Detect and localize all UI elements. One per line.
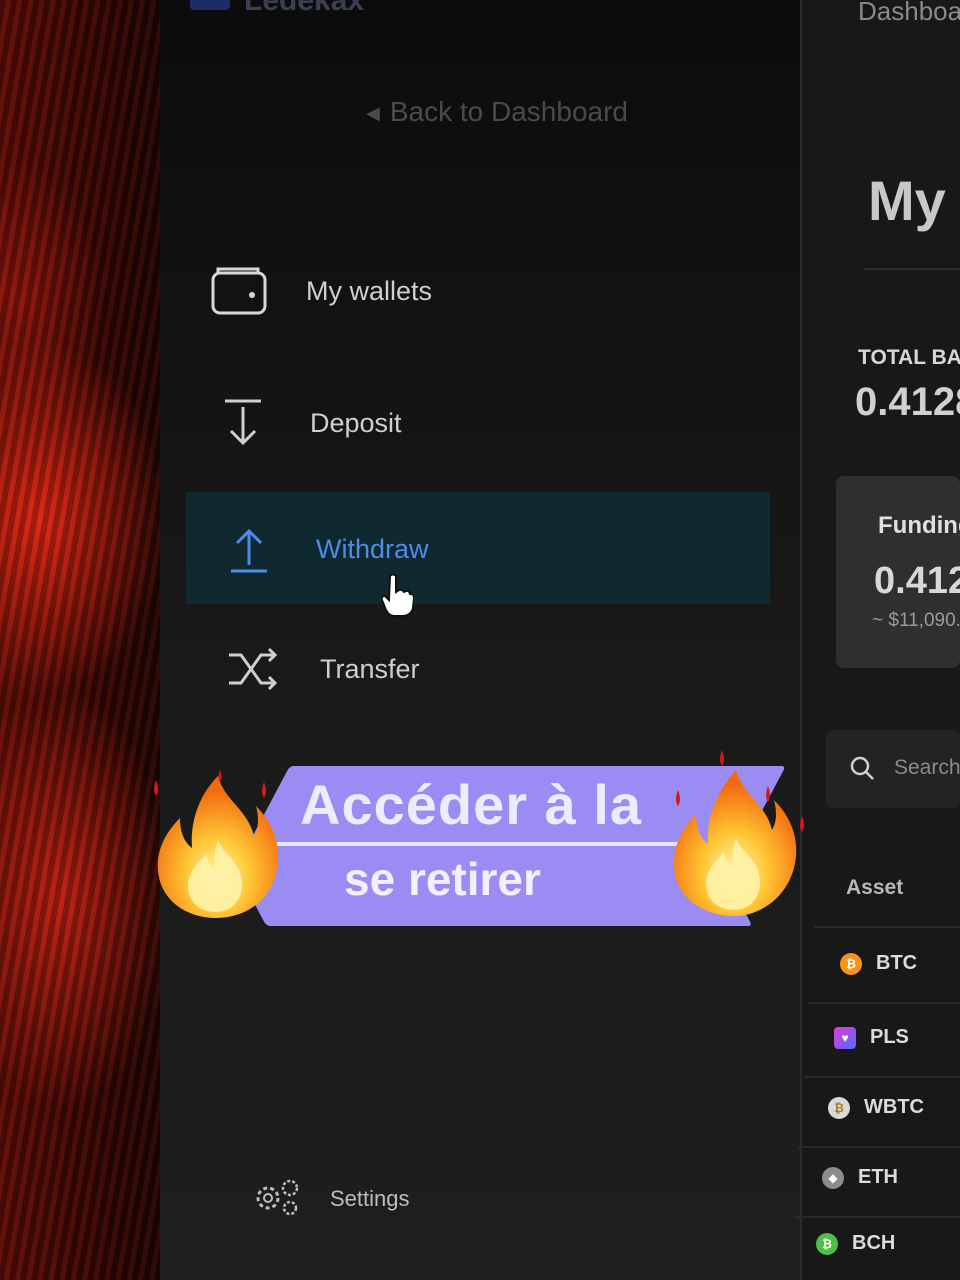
asset-symbol: ETH [858, 1166, 898, 1188]
bch-coin-icon: ₿ [816, 1232, 838, 1255]
row-divider [804, 1076, 960, 1078]
funding-label: Funding [878, 512, 960, 539]
brand-mark-icon [190, 0, 230, 11]
asset-symbol: WBTC [864, 1096, 924, 1118]
sidebar-item-label: Deposit [310, 407, 402, 438]
wbtc-coin-icon: ₿ [828, 1096, 850, 1119]
arrow-down-icon [208, 388, 278, 458]
fire-emoji-right-icon [664, 750, 810, 925]
asset-row-btc[interactable]: ₿ BTC [840, 952, 917, 975]
back-to-dashboard-link[interactable]: ◀ Back to Dashboard [366, 96, 628, 128]
funding-value: 0.412 [874, 560, 960, 602]
search-icon [850, 756, 876, 787]
asset-row-pls[interactable]: ♥ PLS [834, 1026, 909, 1049]
asset-column-header[interactable]: Asset [846, 876, 903, 900]
asset-symbol: PLS [870, 1026, 909, 1048]
asset-symbol: BCH [852, 1232, 896, 1254]
sidebar-item-label: Transfer [320, 653, 420, 684]
asset-row-bch[interactable]: ₿ BCH [816, 1232, 895, 1255]
gear-icon [252, 1176, 300, 1222]
row-divider [794, 1216, 960, 1218]
brand-name: Ledekax [244, 0, 365, 17]
asset-row-wbtc[interactable]: ₿ WBTC [828, 1096, 924, 1119]
row-divider [798, 1146, 960, 1148]
asset-row-eth[interactable]: ◆ ETH [822, 1166, 898, 1189]
arrow-up-icon [214, 514, 284, 584]
overlay-caption-line1: Accéder à la [300, 773, 642, 836]
eth-coin-icon: ◆ [822, 1166, 844, 1189]
sidebar-item-my-wallets[interactable]: My wallets [204, 236, 432, 346]
wallet-icon [204, 256, 274, 326]
page-title: My w [868, 169, 960, 232]
total-balance-label: TOTAL BALA [858, 346, 960, 369]
funding-usd-value: ~ $11,090.6 [872, 610, 960, 631]
divider [864, 268, 960, 270]
shuffle-icon [218, 634, 288, 704]
total-balance-value: 0.4128 [855, 380, 960, 424]
sidebar-item-label: Withdraw [316, 533, 429, 564]
asset-symbol: BTC [876, 952, 918, 974]
hand-pointer-icon [380, 572, 416, 623]
brand-logo[interactable]: Ledekax [190, 0, 364, 18]
breadcrumb[interactable]: Dashboa [858, 0, 960, 27]
row-divider [808, 1002, 960, 1004]
sidebar-item-transfer[interactable]: Transfer [218, 614, 420, 724]
search-placeholder: Search [894, 756, 960, 779]
chevron-left-icon: ◀ [366, 103, 380, 124]
row-divider [814, 926, 960, 928]
overlay-caption-line2: se retirer [344, 853, 541, 905]
back-link-label: Back to Dashboard [389, 96, 628, 127]
btc-coin-icon: ₿ [840, 952, 862, 975]
sidebar-item-settings[interactable]: Settings [252, 1176, 410, 1222]
pls-coin-icon: ♥ [834, 1026, 856, 1049]
fire-emoji-left-icon [150, 770, 286, 925]
sidebar-item-deposit[interactable]: Deposit [208, 368, 402, 478]
sidebar-item-label: My wallets [306, 275, 433, 306]
settings-label: Settings [330, 1186, 410, 1211]
